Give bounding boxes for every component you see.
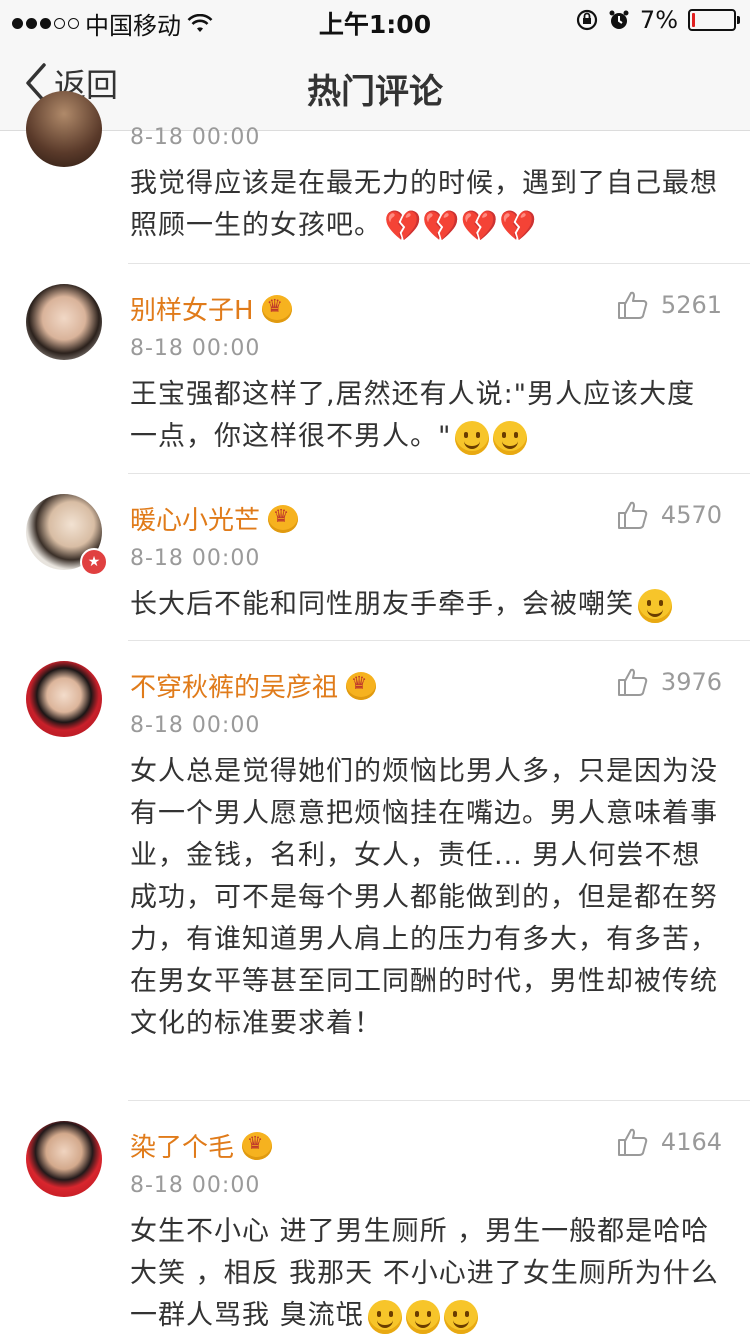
comment-item: 不穿秋裤的吴彦祖 3976 8-18 00:00 女人总是觉得她们的烦恼比男人多… — [0, 641, 750, 1101]
comment-username[interactable]: 暖心小光芒 — [130, 500, 299, 537]
comment-list: 8-18 00:00 我觉得应该是在最无力的时候，遇到了自己最想照顾一生的女孩吧… — [0, 91, 750, 1341]
like-count: 4570 — [660, 501, 722, 529]
thumbs-up-icon — [617, 501, 648, 529]
avatar[interactable] — [26, 91, 102, 167]
comment-time: 8-18 00:00 — [130, 125, 261, 150]
comment-time: 8-18 00:00 — [130, 546, 261, 571]
verified-badge-icon: ★ — [80, 548, 108, 576]
like-button[interactable]: 5261 — [617, 290, 722, 320]
vip-crown-icon — [242, 1131, 273, 1160]
comment-item: ★ 暖心小光芒 4570 8-18 00:00 长大后不能和同性朋友手牵手，会被… — [0, 474, 750, 641]
smile-emoji — [638, 588, 672, 623]
comment-username[interactable]: 不穿秋裤的吴彦祖 — [130, 667, 377, 704]
smile-emoji — [443, 1299, 478, 1334]
avatar[interactable] — [26, 661, 102, 737]
vip-crown-icon — [268, 504, 299, 533]
vip-crown-icon — [346, 671, 377, 700]
comment-time: 8-18 00:00 — [130, 713, 261, 738]
like-button[interactable]: 4164 — [617, 1127, 722, 1157]
alarm-icon — [609, 10, 629, 29]
comment-username[interactable]: 别样女子H — [130, 290, 292, 327]
comment-item: 染了个毛 4164 8-18 00:00 女生不小心 进了男生厕所 ，男生一般都… — [0, 1101, 750, 1341]
comment-text: 长大后不能和同性朋友手牵手，会被嘲笑 — [130, 584, 720, 626]
like-count: 4164 — [660, 1128, 722, 1156]
like-count: 3976 — [660, 668, 722, 696]
thumbs-up-icon — [617, 1128, 648, 1156]
comment-time: 8-18 00:00 — [130, 1173, 261, 1198]
battery-level-fill — [692, 13, 695, 27]
rotation-lock-icon — [576, 9, 598, 31]
thumbs-up-icon — [617, 668, 648, 696]
page-title: 热门评论 — [307, 72, 443, 112]
comment-text: 女人总是觉得她们的烦恼比男人多，只是因为没有一个男人愿意把烦恼挂在嘴边。男人意味… — [130, 756, 718, 1039]
status-bar: 中国移动 上午1:00 7% — [0, 0, 750, 40]
like-count: 5261 — [660, 291, 722, 319]
thumbs-up-icon — [617, 291, 648, 319]
battery-icon — [688, 9, 740, 31]
angry-emoji — [493, 420, 528, 455]
like-button[interactable]: 3976 — [617, 667, 722, 697]
vip-crown-icon — [261, 294, 292, 323]
comment-time: 8-18 00:00 — [130, 336, 261, 361]
comment-text: 女生不小心 进了男生厕所 ，男生一般都是哈哈大笑 ，相反 我那天 不小心进了女生… — [130, 1211, 720, 1337]
comment-text: 王宝强都这样了,居然还有人说:"男人应该大度一点，你这样很不男人。" — [130, 374, 720, 458]
thinking-emoji — [455, 420, 490, 455]
comment-username[interactable]: 染了个毛 — [130, 1127, 273, 1164]
comment-item: 别样女子H 5261 8-18 00:00 王宝强都这样了,居然还有人说:"男人… — [0, 264, 750, 474]
comment-item: 8-18 00:00 我觉得应该是在最无力的时候，遇到了自己最想照顾一生的女孩吧… — [0, 91, 750, 264]
smile-emoji — [367, 1299, 402, 1334]
navigation-bar: 返回 热门评论 — [0, 40, 750, 131]
like-button[interactable]: 4570 — [617, 500, 722, 530]
comment-text: 我觉得应该是在最无力的时候，遇到了自己最想照顾一生的女孩吧。💔💔💔💔 — [130, 163, 720, 248]
broken-heart-emoji: 💔💔💔💔 — [384, 208, 538, 244]
battery-percent: 7% — [639, 6, 678, 34]
smile-emoji — [405, 1299, 440, 1334]
avatar[interactable] — [26, 284, 102, 360]
avatar[interactable] — [26, 1121, 102, 1197]
status-icons: 7% — [576, 6, 740, 34]
